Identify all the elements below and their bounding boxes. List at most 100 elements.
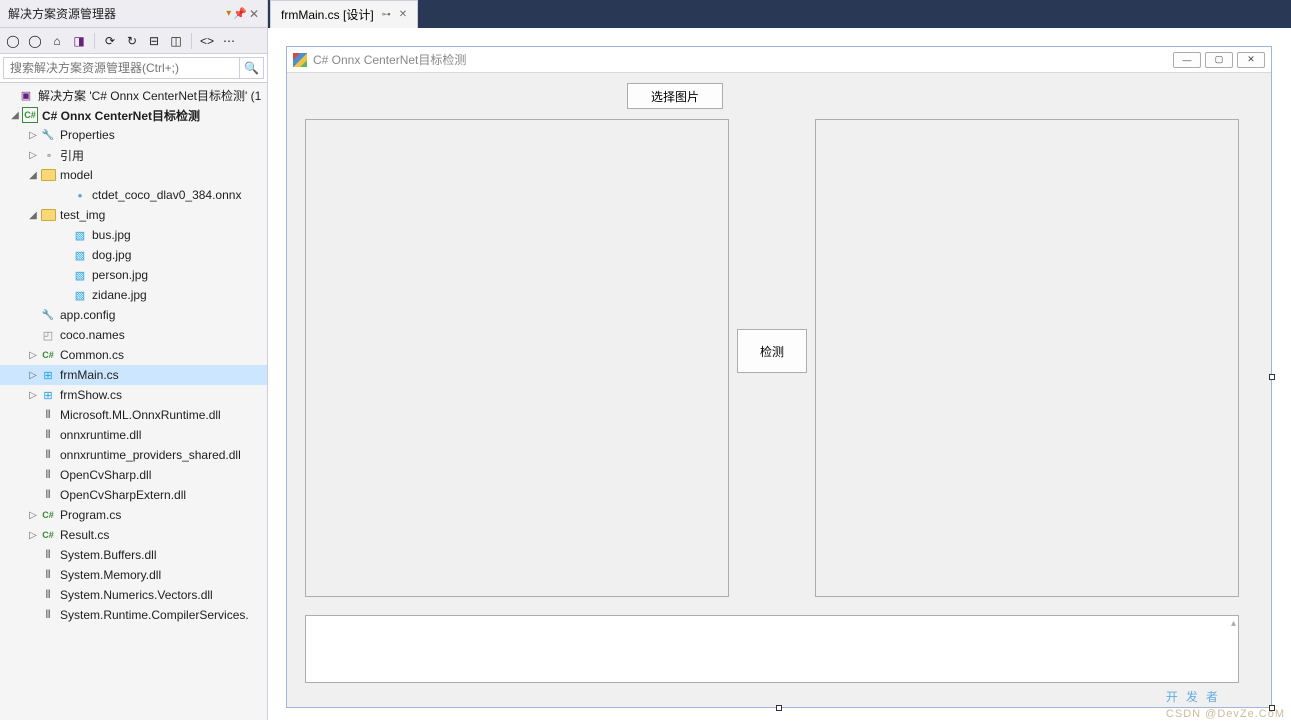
dll-icon	[40, 427, 56, 443]
dll-icon	[40, 447, 56, 463]
search-input[interactable]	[3, 57, 240, 79]
tree-node-file[interactable]: ▷frmShow.cs	[0, 385, 267, 405]
document-area: frmMain.cs [设计] ⊶ ✕ C# Onnx CenterNet目标检…	[268, 0, 1291, 720]
maximize-button[interactable]: ▢	[1205, 52, 1233, 68]
file-icon	[40, 327, 56, 343]
tree-node-file[interactable]: System.Numerics.Vectors.dll	[0, 585, 267, 605]
panel-options-icon[interactable]: ▾	[226, 8, 231, 19]
tree-node-file[interactable]: ▷frmMain.cs	[0, 365, 267, 385]
image-icon	[72, 227, 88, 243]
resize-handle-corner[interactable]	[1269, 705, 1275, 711]
tree-node-properties[interactable]: ▷ Properties	[0, 125, 267, 145]
tree-node-model[interactable]: ◢ model	[0, 165, 267, 185]
solution-toolbar: ◯ ◯ ⌂ ◨ ⟳ ↻ ⊟ ◫ <> ⋯	[0, 28, 267, 54]
select-image-button[interactable]: 选择图片	[627, 83, 723, 109]
minimize-button[interactable]: —	[1173, 52, 1201, 68]
close-icon[interactable]: ✕	[249, 7, 259, 21]
detect-button[interactable]: 检测	[737, 329, 807, 373]
panel-title: 解决方案资源管理器	[8, 5, 222, 22]
more-icon[interactable]: ⋯	[220, 32, 238, 50]
show-all-icon[interactable]: ◫	[167, 32, 185, 50]
cs-icon	[40, 507, 56, 523]
form-title: C# Onnx CenterNet目标检测	[313, 51, 1173, 68]
tree-node-onnx[interactable]: ctdet_coco_dlav0_384.onnx	[0, 185, 267, 205]
pin-icon[interactable]: 📌	[233, 7, 247, 20]
back-icon[interactable]: ◯	[4, 32, 22, 50]
solution-node[interactable]: 解决方案 'C# Onnx CenterNet目标检测' (1	[0, 85, 267, 105]
tab-label: frmMain.cs [设计]	[281, 6, 374, 23]
references-icon	[40, 147, 56, 163]
folder-icon	[40, 167, 56, 183]
forward-icon[interactable]: ◯	[26, 32, 44, 50]
sync-icon[interactable]: ↻	[123, 32, 141, 50]
panel-header: 解决方案资源管理器 ▾ 📌 ✕	[0, 0, 267, 28]
project-node[interactable]: ◢ C# Onnx CenterNet目标检测	[0, 105, 267, 125]
tree-node-image[interactable]: bus.jpg	[0, 225, 267, 245]
picturebox-left[interactable]	[305, 119, 729, 597]
dll-icon	[40, 587, 56, 603]
tree-node-image[interactable]: dog.jpg	[0, 245, 267, 265]
tab-close-icon[interactable]: ✕	[399, 9, 407, 20]
cs-icon	[40, 527, 56, 543]
tree-node-file[interactable]: System.Runtime.CompilerServices.	[0, 605, 267, 625]
dll-icon	[40, 407, 56, 423]
onnx-icon	[72, 187, 88, 203]
folder-icon	[40, 207, 56, 223]
dll-icon	[40, 487, 56, 503]
tree-node-file[interactable]: ▷Program.cs	[0, 505, 267, 525]
home-icon[interactable]: ⌂	[48, 32, 66, 50]
wrench-icon	[40, 307, 56, 323]
search-button[interactable]: 🔍	[240, 57, 264, 79]
form-app-icon	[293, 53, 307, 67]
magnifier-icon: 🔍	[244, 61, 259, 75]
tree-node-file[interactable]: coco.names	[0, 325, 267, 345]
search-row: 🔍	[0, 54, 267, 83]
tree-node-file[interactable]: onnxruntime_providers_shared.dll	[0, 445, 267, 465]
dll-icon	[40, 567, 56, 583]
scroll-up-icon[interactable]: ▴	[1231, 618, 1236, 629]
switch-view-icon[interactable]: ◨	[70, 32, 88, 50]
resize-handle-right[interactable]	[1269, 374, 1275, 380]
dll-icon	[40, 607, 56, 623]
collapse-icon[interactable]: ⊟	[145, 32, 163, 50]
tree-node-image[interactable]: zidane.jpg	[0, 285, 267, 305]
dll-icon	[40, 467, 56, 483]
solution-tree[interactable]: 解决方案 'C# Onnx CenterNet目标检测' (1 ◢ C# Onn…	[0, 83, 267, 720]
close-button[interactable]: ✕	[1237, 52, 1265, 68]
form-icon	[40, 387, 56, 403]
resize-handle-bottom[interactable]	[776, 705, 782, 711]
design-surface[interactable]: C# Onnx CenterNet目标检测 — ▢ ✕ 选择图片 检测 ▴	[268, 28, 1291, 726]
tree-node-file[interactable]: app.config	[0, 305, 267, 325]
document-tabs: frmMain.cs [设计] ⊶ ✕	[268, 0, 1291, 28]
tab-frmmain-design[interactable]: frmMain.cs [设计] ⊶ ✕	[270, 0, 418, 28]
tree-node-file[interactable]: OpenCvSharp.dll	[0, 465, 267, 485]
form-client-area[interactable]: 选择图片 检测 ▴	[287, 73, 1271, 707]
tree-node-file[interactable]: System.Memory.dll	[0, 565, 267, 585]
solution-icon	[18, 87, 34, 103]
cs-icon	[40, 347, 56, 363]
form-icon	[40, 367, 56, 383]
tree-node-file[interactable]: ▷Common.cs	[0, 345, 267, 365]
refresh-icon[interactable]: ⟳	[101, 32, 119, 50]
output-textbox[interactable]: ▴	[305, 615, 1239, 683]
tree-node-file[interactable]: System.Buffers.dll	[0, 545, 267, 565]
csproj-icon	[22, 107, 38, 123]
form-designer[interactable]: C# Onnx CenterNet目标检测 — ▢ ✕ 选择图片 检测 ▴	[286, 46, 1272, 708]
tab-pin-icon[interactable]: ⊶	[382, 9, 391, 20]
form-title-bar: C# Onnx CenterNet目标检测 — ▢ ✕	[287, 47, 1271, 73]
tree-node-file[interactable]: Microsoft.ML.OnnxRuntime.dll	[0, 405, 267, 425]
solution-explorer: 解决方案资源管理器 ▾ 📌 ✕ ◯ ◯ ⌂ ◨ ⟳ ↻ ⊟ ◫ <> ⋯ 🔍	[0, 0, 268, 720]
tree-node-file[interactable]: ▷Result.cs	[0, 525, 267, 545]
tree-node-file[interactable]: OpenCvSharpExtern.dll	[0, 485, 267, 505]
picturebox-right[interactable]	[815, 119, 1239, 597]
image-icon	[72, 287, 88, 303]
properties-icon[interactable]: <>	[198, 32, 216, 50]
image-icon	[72, 267, 88, 283]
tree-node-file[interactable]: onnxruntime.dll	[0, 425, 267, 445]
dll-icon	[40, 547, 56, 563]
tree-node-image[interactable]: person.jpg	[0, 265, 267, 285]
tree-node-testimg[interactable]: ◢ test_img	[0, 205, 267, 225]
tree-node-references[interactable]: ▷ 引用	[0, 145, 267, 165]
image-icon	[72, 247, 88, 263]
wrench-icon	[40, 127, 56, 143]
